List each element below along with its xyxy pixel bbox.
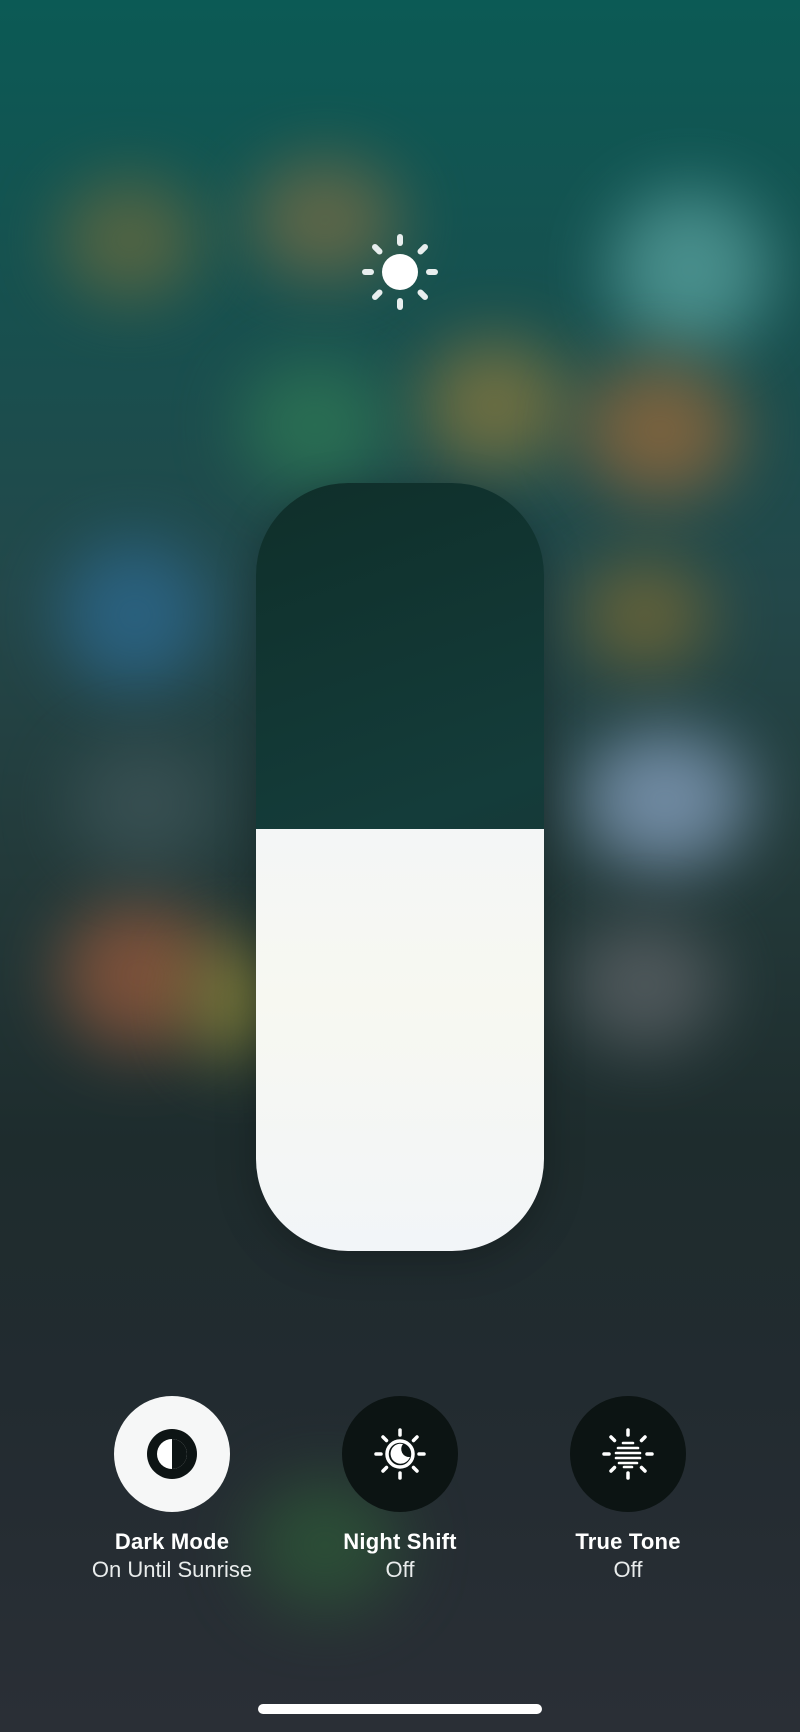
display-controls: Dark Mode On Until Sunrise Night Shift O… [0,1396,800,1596]
dark-mode-title: Dark Mode [114,1529,230,1554]
dark-mode-control[interactable]: Dark Mode On Until Sunrise [72,1396,272,1584]
true-tone-button[interactable] [570,1396,686,1512]
night-shift-button[interactable] [342,1396,458,1512]
true-tone-status: Off [613,1557,643,1582]
true-tone-icon [602,1428,654,1480]
night-shift-title: Night Shift [343,1529,457,1554]
sun-icon [362,234,438,310]
true-tone-title: True Tone [575,1529,681,1554]
dark-mode-icon [147,1429,197,1479]
night-shift-status: Off [385,1557,415,1582]
home-indicator[interactable] [258,1704,542,1714]
night-shift-control[interactable]: Night Shift Off [300,1396,500,1584]
true-tone-control[interactable]: True Tone Off [528,1396,728,1584]
night-shift-icon [374,1428,426,1480]
brightness-slider[interactable] [256,483,544,1251]
brightness-slider-fill [256,828,544,1251]
dark-mode-button[interactable] [114,1396,230,1512]
dark-mode-status: On Until Sunrise [91,1557,253,1582]
